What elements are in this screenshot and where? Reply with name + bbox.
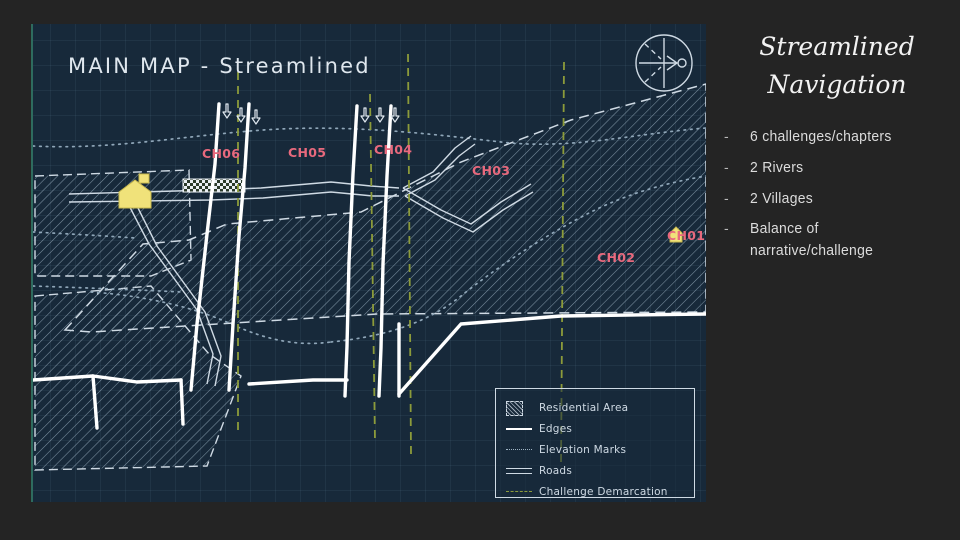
chapter-label-ch03[interactable]: CH03 xyxy=(472,163,510,178)
bullet-label: 2 Rivers xyxy=(750,158,804,176)
legend-item-demarcation: Challenge Demarcation xyxy=(506,481,694,502)
bullet-item: - 2 Rivers xyxy=(724,157,956,179)
bullet-list: - 6 challenges/chapters - 2 Rivers - 2 V… xyxy=(724,126,956,271)
legend-swatch-demarcation xyxy=(506,485,532,499)
bullet-marker: - xyxy=(724,128,729,144)
legend-label-roads: Roads xyxy=(539,464,573,477)
flow-arrow-icon xyxy=(251,109,261,125)
chapter-label-ch04[interactable]: CH04 xyxy=(374,142,412,157)
edge-lower-center xyxy=(247,378,349,386)
legend-swatch-residential xyxy=(506,400,532,416)
bullet-marker: - xyxy=(724,220,729,237)
compass-rose-icon xyxy=(635,34,693,92)
bullet-label: 6 challenges/chapters xyxy=(750,128,892,145)
chapter-label-ch05[interactable]: CH05 xyxy=(288,145,326,160)
legend-swatch-edges xyxy=(506,422,532,436)
map-title: MAIN MAP - Streamlined xyxy=(68,54,371,78)
legend-item-elevation: Elevation Marks xyxy=(506,439,694,460)
flow-arrow-icon xyxy=(375,107,385,123)
headline-line-2: Navigation xyxy=(767,70,907,99)
map-left-accent-border xyxy=(31,24,33,502)
headline-line-1: Streamlined xyxy=(759,32,915,61)
bullet-label: Balance of narrative/challenge xyxy=(750,220,874,259)
slide-headline: Streamlined Navigation xyxy=(724,28,950,104)
legend-label-elevation: Elevation Marks xyxy=(539,443,627,456)
flow-arrow-icon xyxy=(222,103,232,119)
edge-lower-right xyxy=(397,312,706,396)
bullet-item: - Balance of narrative/challenge xyxy=(724,218,956,262)
bullet-item: - 2 Villages xyxy=(724,188,956,210)
chapter-label-ch06[interactable]: CH06 xyxy=(202,146,240,161)
flow-arrow-icon xyxy=(360,107,370,123)
legend-label-demarcation: Challenge Demarcation xyxy=(539,485,668,498)
map-legend: Residential Area Edges Elevation Marks R… xyxy=(495,388,695,498)
legend-label-residential: Residential Area xyxy=(539,401,629,414)
edge-spur-mid xyxy=(179,378,185,426)
legend-item-residential: Residential Area xyxy=(506,397,694,418)
legend-label-edges: Edges xyxy=(539,422,573,435)
bullet-label: 2 Villages xyxy=(750,189,814,207)
legend-swatch-elevation xyxy=(506,443,532,457)
legend-swatch-roads xyxy=(506,464,532,478)
bullet-marker: - xyxy=(724,158,729,175)
chapter-label-ch02[interactable]: CH02 xyxy=(597,250,635,265)
bullet-marker: - xyxy=(724,189,729,206)
legend-item-roads: Roads xyxy=(506,460,694,481)
legend-item-edges: Edges xyxy=(506,418,694,439)
bullet-item: - 6 challenges/chapters xyxy=(724,126,956,148)
chapter-label-ch01[interactable]: CH01 xyxy=(667,228,705,243)
slide-root: MAIN MAP - Streamlined CH06 CH05 CH04 CH… xyxy=(0,0,960,540)
